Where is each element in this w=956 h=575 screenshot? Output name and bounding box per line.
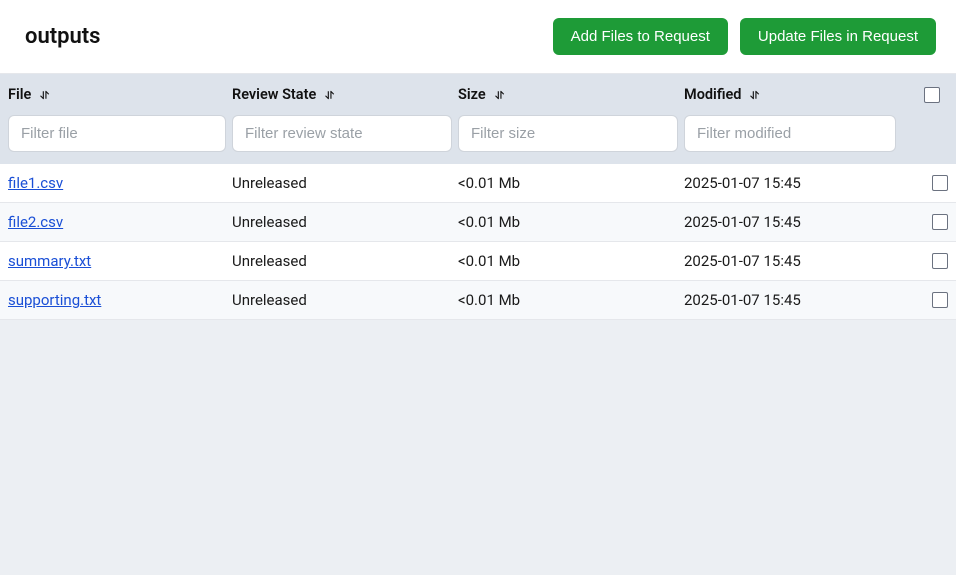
cell-select [902,204,948,240]
column-header-file[interactable]: File [8,74,232,115]
cell-modified: 2025-01-07 15:45 [684,242,902,280]
add-files-button[interactable]: Add Files to Request [553,18,728,55]
table-header-row: File Review State Size Modified [0,74,956,115]
cell-select [902,243,948,279]
update-files-button[interactable]: Update Files in Request [740,18,936,55]
sort-icon [749,89,761,101]
filter-cell-modified [684,115,902,152]
table-row: supporting.txt Unreleased<0.01 Mb2025-01-… [0,281,956,320]
column-label: Size [458,86,486,103]
column-header-size[interactable]: Size [458,74,684,115]
filter-cell-size [458,115,684,152]
cell-size: <0.01 Mb [458,203,684,241]
row-checkbox[interactable] [932,214,948,230]
cell-modified: 2025-01-07 15:45 [684,203,902,241]
column-header-review-state[interactable]: Review State [232,74,458,115]
sort-icon [494,89,506,101]
cell-review-state: Unreleased [232,203,458,241]
cell-modified: 2025-01-07 15:45 [684,281,902,319]
column-label: File [8,86,31,103]
column-label: Review State [232,86,316,103]
filter-row [0,115,956,164]
row-checkbox[interactable] [932,253,948,269]
filter-cell-file [8,115,232,152]
cell-size: <0.01 Mb [458,164,684,202]
cell-size: <0.01 Mb [458,281,684,319]
cell-file: file1.csv [8,164,232,202]
column-label: Modified [684,86,741,103]
filter-modified-input[interactable] [684,115,896,152]
header-bar: outputs Add Files to Request Update File… [0,0,956,74]
select-all-checkbox[interactable] [924,87,940,103]
cell-select [902,165,948,201]
filter-cell-review [232,115,458,152]
table-row: file2.csv Unreleased<0.01 Mb2025-01-07 15… [0,203,956,242]
cell-review-state: Unreleased [232,281,458,319]
cell-modified: 2025-01-07 15:45 [684,164,902,202]
column-header-modified[interactable]: Modified [684,74,902,115]
cell-select [902,282,948,318]
table-row: summary.txt Unreleased<0.01 Mb2025-01-07 … [0,242,956,281]
table-row: file1.csv Unreleased<0.01 Mb2025-01-07 15… [0,164,956,203]
file-link[interactable]: supporting.txt [8,291,101,309]
cell-review-state: Unreleased [232,164,458,202]
cell-review-state: Unreleased [232,242,458,280]
file-link[interactable]: file2.csv [8,213,63,231]
cell-file: summary.txt [8,242,232,280]
cell-file: file2.csv [8,203,232,241]
cell-file: supporting.txt [8,281,232,319]
page-title: outputs [25,24,100,49]
file-link[interactable]: summary.txt [8,252,91,270]
column-header-select-all [902,75,948,115]
filter-size-input[interactable] [458,115,678,152]
sort-icon [39,89,51,101]
row-checkbox[interactable] [932,175,948,191]
filter-file-input[interactable] [8,115,226,152]
sort-icon [324,89,336,101]
outputs-table: File Review State Size Modified [0,74,956,320]
filter-review-input[interactable] [232,115,452,152]
header-actions: Add Files to Request Update Files in Req… [553,18,936,55]
row-checkbox[interactable] [932,292,948,308]
file-link[interactable]: file1.csv [8,174,63,192]
cell-size: <0.01 Mb [458,242,684,280]
